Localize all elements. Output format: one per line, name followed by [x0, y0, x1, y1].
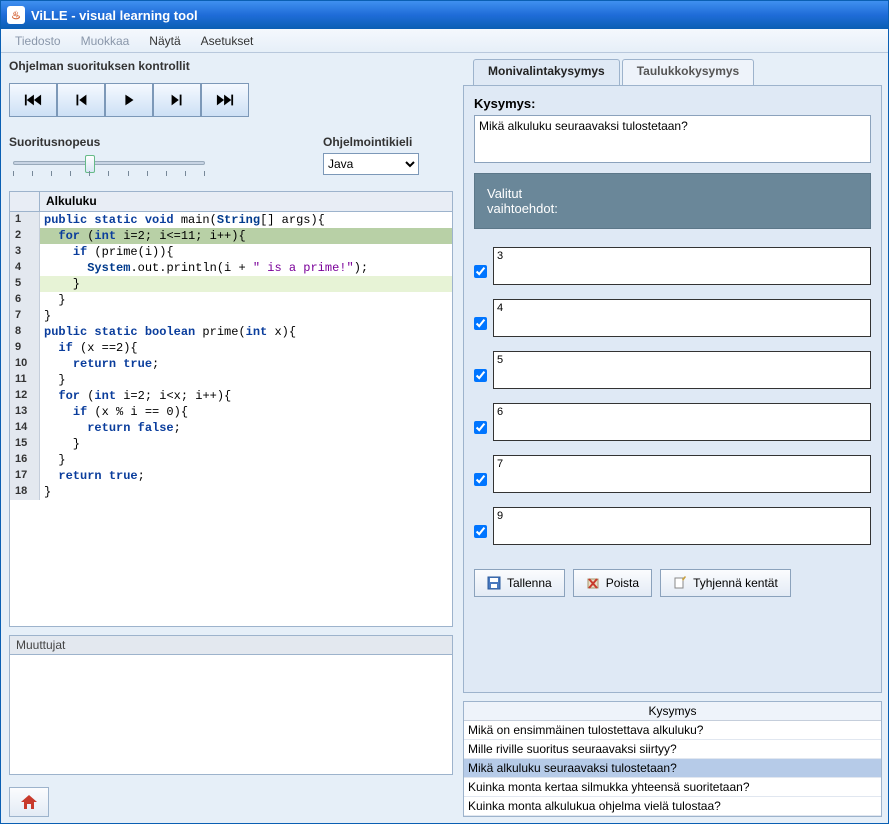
- rewind-start-button[interactable]: [9, 83, 57, 117]
- code-line[interactable]: 8public static boolean prime(int x){: [10, 324, 452, 340]
- choice-checkbox[interactable]: [474, 525, 487, 538]
- code-line[interactable]: 18}: [10, 484, 452, 500]
- clear-button[interactable]: Tyhjennä kentät: [660, 569, 791, 597]
- code-line[interactable]: 13 if (x % i == 0){: [10, 404, 452, 420]
- code-line[interactable]: 1public static void main(String[] args){: [10, 212, 452, 228]
- question-panel: Kysymys: Mikä alkuluku seuraavaksi tulos…: [463, 85, 882, 693]
- code-panel: Alkuluku 1public static void main(String…: [9, 191, 453, 627]
- code-line[interactable]: 12 for (int i=2; i<x; i++){: [10, 388, 452, 404]
- question-list: Kysymys Mikä on ensimmäinen tulostettava…: [463, 701, 882, 817]
- choice-row: 4: [474, 299, 871, 337]
- step-back-button[interactable]: [57, 83, 105, 117]
- code-line[interactable]: 16 }: [10, 452, 452, 468]
- question-list-item[interactable]: Mille riville suoritus seuraavaksi siirt…: [464, 740, 881, 759]
- code-line[interactable]: 17 return true;: [10, 468, 452, 484]
- choice-row: 7: [474, 455, 871, 493]
- titlebar: ♨ ViLLE - visual learning tool: [1, 1, 888, 29]
- choice-row: 3: [474, 247, 871, 285]
- tab-taulukko[interactable]: Taulukkokysymys: [622, 59, 755, 85]
- menubar: Tiedosto Muokkaa Näytä Asetukset: [1, 29, 888, 53]
- code-line[interactable]: 7}: [10, 308, 452, 324]
- controls-title: Ohjelman suorituksen kontrollit: [9, 59, 453, 73]
- choice-input[interactable]: 5: [493, 351, 871, 389]
- choice-input[interactable]: 6: [493, 403, 871, 441]
- save-button[interactable]: Tallenna: [474, 569, 565, 597]
- code-line[interactable]: 3 if (prime(i)){: [10, 244, 452, 260]
- choice-checkbox[interactable]: [474, 265, 487, 278]
- step-forward-button[interactable]: [153, 83, 201, 117]
- question-text[interactable]: Mikä alkuluku seuraavaksi tulostetaan?: [474, 115, 871, 163]
- choice-row: 5: [474, 351, 871, 389]
- variables-title: Muuttujat: [9, 635, 453, 654]
- choice-input[interactable]: 7: [493, 455, 871, 493]
- code-line[interactable]: 11 }: [10, 372, 452, 388]
- choice-input[interactable]: 3: [493, 247, 871, 285]
- choice-input[interactable]: 9: [493, 507, 871, 545]
- choices-header: Valitut vaihtoehdot:: [474, 173, 871, 229]
- play-button[interactable]: [105, 83, 153, 117]
- menu-asetukset[interactable]: Asetukset: [191, 32, 264, 50]
- forward-end-button[interactable]: [201, 83, 249, 117]
- code-line[interactable]: 15 }: [10, 436, 452, 452]
- lang-label: Ohjelmointikieli: [323, 135, 453, 149]
- choice-row: 9: [474, 507, 871, 545]
- choice-checkbox[interactable]: [474, 317, 487, 330]
- code-line[interactable]: 10 return true;: [10, 356, 452, 372]
- playback-controls: [9, 83, 453, 117]
- choice-checkbox[interactable]: [474, 369, 487, 382]
- choice-checkbox[interactable]: [474, 473, 487, 486]
- question-list-item[interactable]: Mikä on ensimmäinen tulostettava alkuluk…: [464, 721, 881, 740]
- code-line[interactable]: 9 if (x ==2){: [10, 340, 452, 356]
- speed-label: Suoritusnopeus: [9, 135, 273, 149]
- question-list-item[interactable]: Mikä alkuluku seuraavaksi tulostetaan?: [464, 759, 881, 778]
- save-icon: [487, 576, 501, 590]
- choice-input[interactable]: 4: [493, 299, 871, 337]
- question-list-item[interactable]: Kuinka monta kertaa silmukka yhteensä su…: [464, 778, 881, 797]
- code-title: Alkuluku: [40, 192, 452, 211]
- code-line[interactable]: 5 }: [10, 276, 452, 292]
- question-list-item[interactable]: Kuinka monta alkulukua ohjelma vielä tul…: [464, 797, 881, 816]
- variables-panel: [9, 654, 453, 775]
- question-list-header: Kysymys: [464, 702, 881, 721]
- speed-slider[interactable]: [9, 153, 209, 183]
- choice-row: 6: [474, 403, 871, 441]
- code-line[interactable]: 2 for (int i=2; i<=11; i++){: [10, 228, 452, 244]
- menu-tiedosto[interactable]: Tiedosto: [5, 32, 71, 50]
- window-title: ViLLE - visual learning tool: [31, 8, 198, 23]
- code-line[interactable]: 6 }: [10, 292, 452, 308]
- menu-muokkaa[interactable]: Muokkaa: [71, 32, 140, 50]
- home-button[interactable]: [9, 787, 49, 817]
- delete-button[interactable]: Poista: [573, 569, 652, 597]
- question-label: Kysymys:: [474, 96, 871, 111]
- home-icon: [21, 795, 37, 809]
- language-select[interactable]: Java: [323, 153, 419, 175]
- menu-nayta[interactable]: Näytä: [139, 32, 190, 50]
- delete-icon: [586, 576, 600, 590]
- code-body[interactable]: 1public static void main(String[] args){…: [10, 212, 452, 626]
- code-line[interactable]: 4 System.out.println(i + " is a prime!")…: [10, 260, 452, 276]
- choice-checkbox[interactable]: [474, 421, 487, 434]
- java-icon: ♨: [7, 6, 25, 24]
- clear-icon: [673, 576, 687, 590]
- tab-monivalinta[interactable]: Monivalintakysymys: [473, 59, 620, 85]
- code-line[interactable]: 14 return false;: [10, 420, 452, 436]
